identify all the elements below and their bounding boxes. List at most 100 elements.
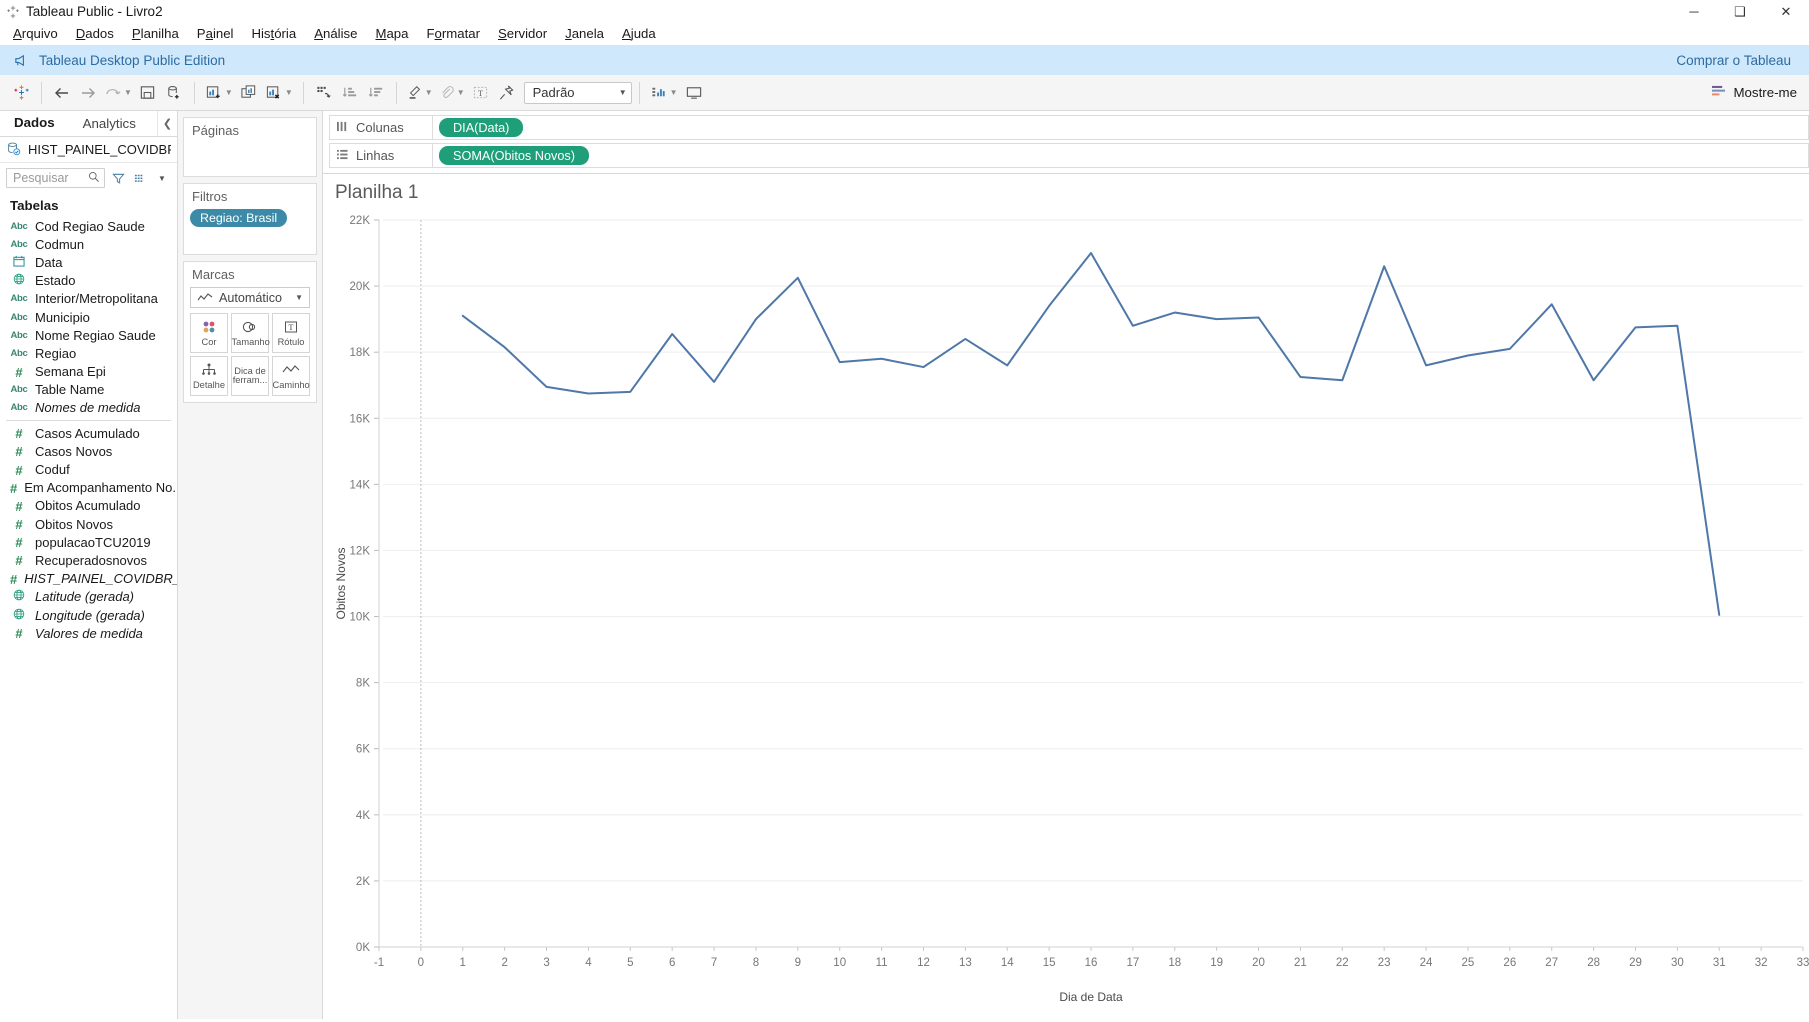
field-row[interactable]: Abc Municipio	[0, 308, 177, 326]
pages-card[interactable]: Páginas	[183, 117, 317, 177]
tab-dados[interactable]: Dados	[0, 111, 69, 136]
swap-rows-columns-button[interactable]	[311, 79, 337, 107]
field-row[interactable]: # Casos Acumulado	[0, 424, 177, 442]
save-button[interactable]	[135, 79, 161, 107]
grid-view-icon[interactable]	[131, 168, 149, 188]
fix-axes-button[interactable]	[494, 79, 520, 107]
chevron-down-icon[interactable]: ▼	[225, 88, 233, 97]
shelf-rows-drop[interactable]: SOMA(Obitos Novos)	[433, 143, 1809, 168]
marks-detail-button[interactable]: Detalhe	[190, 356, 228, 396]
menu-item-planilha[interactable]: Planilha	[123, 24, 188, 43]
presentation-mode-button[interactable]: ▼	[647, 79, 681, 107]
field-row[interactable]: # populacaoTCU2019	[0, 533, 177, 551]
field-row[interactable]: # Obitos Novos	[0, 515, 177, 533]
field-row[interactable]: Latitude (gerada)	[0, 588, 177, 606]
shelf-columns-drop[interactable]: DIA(Data)	[433, 115, 1809, 140]
data-series-line[interactable]	[461, 252, 1721, 616]
shelf-rows[interactable]: Linhas SOMA(Obitos Novos)	[329, 143, 1809, 168]
tableau-home-button[interactable]	[8, 79, 34, 107]
forward-button[interactable]	[75, 79, 101, 107]
line-chart[interactable]: 0K2K4K6K8K10K12K14K16K18K20K22K-1 0 1 2 3 4 5 6…	[323, 206, 1809, 1019]
chevron-left-icon[interactable]: ❮	[157, 111, 177, 136]
field-row[interactable]: Abc Regiao	[0, 344, 177, 362]
filter-icon[interactable]	[109, 168, 127, 188]
field-label: Estado	[35, 273, 76, 289]
field-row[interactable]: # Recuperadosnovos	[0, 551, 177, 569]
field-row[interactable]: Abc Codmun	[0, 235, 177, 253]
search-input[interactable]	[11, 170, 88, 186]
new-worksheet-button[interactable]: ▼	[202, 79, 236, 107]
menu-item-histria[interactable]: História	[242, 24, 305, 43]
filter-pill-regiao[interactable]: Regiao: Brasil	[190, 209, 288, 227]
marks-tooltip-button[interactable]: Dica de ferram...	[231, 356, 269, 396]
chevron-down-icon[interactable]: ▼	[295, 293, 307, 302]
fit-select[interactable]: Padrão ▼	[523, 81, 632, 104]
field-row[interactable]: Estado	[0, 272, 177, 290]
field-row[interactable]: Abc Table Name	[0, 381, 177, 399]
undo-redo-button[interactable]: ▼	[101, 79, 135, 107]
chevron-down-icon[interactable]: ▼	[124, 88, 132, 97]
plot-area[interactable]: 0K 2K 4K 6K 8K 10K 12K 14K 16K 18K 20K 22K -1 0 1 2 3 4 5 6…	[323, 206, 1809, 1019]
search-box[interactable]	[6, 168, 105, 188]
field-row[interactable]: # HIST_PAINEL_COVIDBR_...	[0, 570, 177, 588]
field-row[interactable]: # Valores de medida	[0, 624, 177, 642]
group-members-button[interactable]: ▼	[436, 79, 468, 107]
pill-dia-data[interactable]: DIA(Data)	[439, 118, 524, 137]
field-row[interactable]: Abc Nome Regiao Saude	[0, 326, 177, 344]
field-row[interactable]: Abc Cod Regiao Saude	[0, 217, 177, 235]
menu-item-formatar[interactable]: Formatar	[417, 24, 489, 43]
toolbar-divider	[638, 81, 640, 104]
chevron-down-icon[interactable]: ▼	[619, 88, 627, 97]
fullscreen-button[interactable]	[681, 79, 707, 107]
marks-size-button[interactable]: Tamanho	[231, 313, 270, 353]
show-me-button[interactable]: Mostre-me	[1711, 85, 1797, 101]
hash-icon: #	[15, 535, 23, 551]
filters-card[interactable]: Filtros Regiao: Brasil	[183, 183, 317, 255]
maximize-button[interactable]: ❑	[1717, 0, 1763, 23]
close-button[interactable]: ✕	[1763, 0, 1809, 23]
x-tick-label: 22	[1336, 957, 1349, 969]
show-mark-labels-button[interactable]: T	[468, 79, 494, 107]
tab-analytics[interactable]: Analytics	[69, 111, 150, 136]
field-row[interactable]: # Em Acompanhamento No...	[0, 479, 177, 497]
menu-item-painel[interactable]: Painel	[188, 24, 243, 43]
marks-path-button[interactable]: Caminho	[272, 356, 310, 396]
search-icon[interactable]	[88, 171, 100, 186]
highlight-button[interactable]: ▼	[404, 79, 436, 107]
menu-item-servidor[interactable]: Servidor	[489, 24, 556, 43]
sort-ascending-button[interactable]	[337, 79, 363, 107]
menu-item-ajuda[interactable]: Ajuda	[613, 24, 665, 43]
field-row[interactable]: # Obitos Acumulado	[0, 497, 177, 515]
menu-item-arquivo[interactable]: Arquivo	[4, 24, 67, 43]
field-row[interactable]: Abc Nomes de medida	[0, 399, 177, 417]
field-row[interactable]: # Casos Novos	[0, 442, 177, 460]
datasource-row[interactable]: HIST_PAINEL_COVIDBR...	[0, 137, 177, 163]
chevron-down-icon[interactable]: ▼	[670, 88, 678, 97]
sort-descending-button[interactable]	[363, 79, 389, 107]
duplicate-sheet-button[interactable]	[236, 79, 262, 107]
pill-soma-obitos-novos[interactable]: SOMA(Obitos Novos)	[439, 146, 589, 165]
back-button[interactable]	[49, 79, 75, 107]
menu-item-mapa[interactable]: Mapa	[366, 24, 417, 43]
chevron-down-icon[interactable]: ▼	[457, 88, 465, 97]
field-row[interactable]: Abc Interior/Metropolitana	[0, 290, 177, 308]
marks-color-button[interactable]: Cor	[190, 313, 228, 353]
mark-type-select[interactable]: Automático ▼	[190, 287, 310, 308]
field-row[interactable]: # Semana Epi	[0, 363, 177, 381]
field-row[interactable]: # Coduf	[0, 460, 177, 478]
buy-tableau-link[interactable]: Comprar o Tableau	[1676, 53, 1791, 68]
new-data-source-button[interactable]	[161, 79, 187, 107]
menu-item-dados[interactable]: Dados	[67, 24, 123, 43]
menu-item-janela[interactable]: Janela	[556, 24, 613, 43]
field-row[interactable]: Data	[0, 253, 177, 271]
marks-label-button[interactable]: T Rótulo	[272, 313, 310, 353]
chevron-down-icon[interactable]: ▼	[153, 168, 171, 188]
chevron-down-icon[interactable]: ▼	[425, 88, 433, 97]
menu-item-anlise[interactable]: Análise	[305, 24, 366, 43]
field-row[interactable]: Longitude (gerada)	[0, 606, 177, 624]
clear-sheet-button[interactable]: ▼	[262, 79, 296, 107]
field-label: Em Acompanhamento No...	[24, 480, 177, 496]
minimize-button[interactable]: ─	[1671, 0, 1717, 23]
chevron-down-icon[interactable]: ▼	[285, 88, 293, 97]
shelf-columns[interactable]: Colunas DIA(Data)	[329, 115, 1809, 140]
